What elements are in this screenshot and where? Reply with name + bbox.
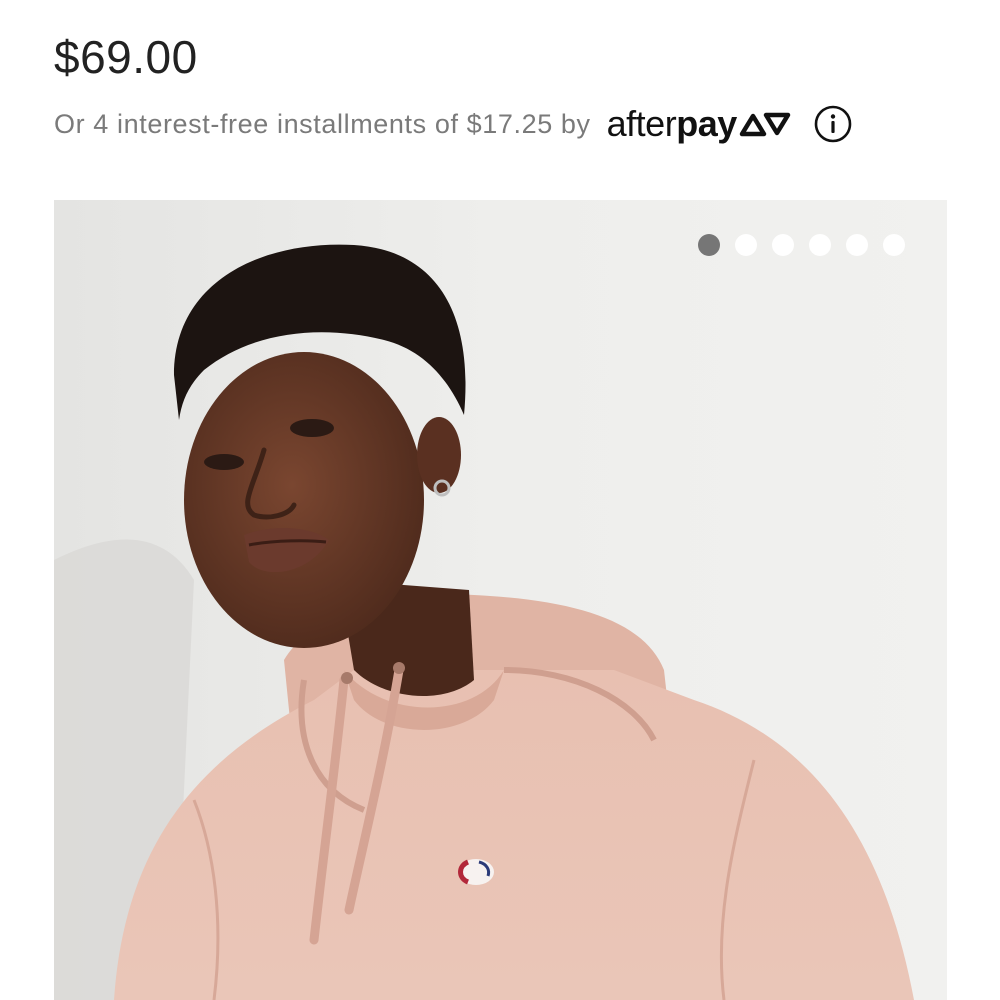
- product-image-carousel[interactable]: [54, 200, 947, 1000]
- champion-c-logo-icon: [458, 859, 494, 885]
- carousel-pagination: [698, 234, 905, 256]
- product-price: $69.00: [54, 31, 198, 83]
- product-photo: [54, 200, 947, 1000]
- carousel-dot[interactable]: [772, 234, 794, 256]
- carousel-dot[interactable]: [883, 234, 905, 256]
- afterpay-installments-row: Or 4 interest-free installments of $17.2…: [54, 100, 853, 148]
- afterpay-logo-bold-text: pay: [676, 103, 737, 144]
- product-detail-page: $69.00 Or 4 interest-free installments o…: [0, 0, 1000, 1000]
- afterpay-logo-light-text: after: [606, 103, 677, 144]
- carousel-dot[interactable]: [846, 234, 868, 256]
- carousel-dot[interactable]: [735, 234, 757, 256]
- carousel-dot[interactable]: [698, 234, 720, 256]
- afterpay-arrows-icon: [739, 111, 791, 137]
- carousel-dot[interactable]: [809, 234, 831, 256]
- afterpay-logo: after pay: [607, 103, 791, 145]
- installments-text: Or 4 interest-free installments of $17.2…: [54, 108, 591, 139]
- info-circle-icon[interactable]: [813, 104, 853, 144]
